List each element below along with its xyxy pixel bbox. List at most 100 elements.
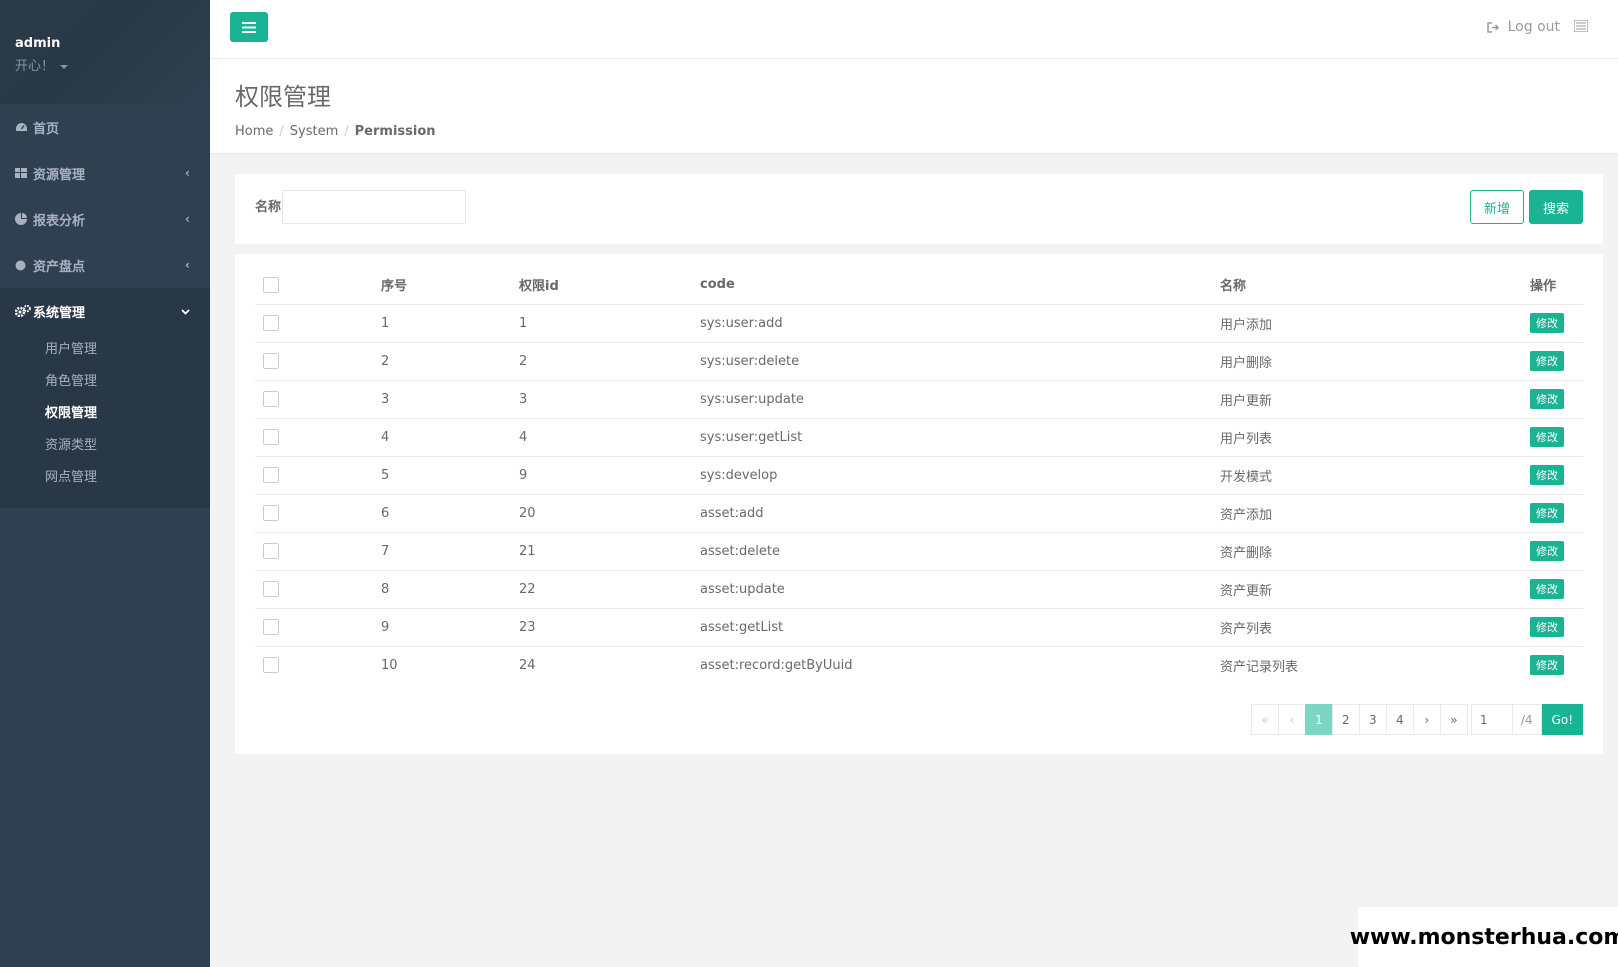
cell-actions: 修改 [1530,569,1583,608]
cell-name: 资产更新 [1220,569,1530,608]
cell-seq: 9 [381,607,519,646]
page-next-button[interactable]: › [1412,704,1441,735]
gears-icon [15,305,33,317]
sidebar-subitem-resource-types[interactable]: 资源类型 [0,430,210,462]
page-button-3[interactable]: 3 [1358,704,1387,735]
cell-name: 资产删除 [1220,531,1530,570]
cell-seq: 8 [381,569,519,608]
sidebar-item-reports[interactable]: 报表分析 ‹ [0,196,210,242]
sidebar-item-label: 资源管理 [33,167,86,183]
row-checkbox[interactable] [263,353,279,369]
row-checkbox[interactable] [263,315,279,331]
cell-permission-id: 22 [519,569,700,608]
cell-seq: 3 [381,379,519,418]
cell-permission-id: 23 [519,607,700,646]
add-button[interactable]: 新增 [1470,190,1524,224]
edit-button[interactable]: 修改 [1530,313,1564,333]
user-motto-dropdown[interactable]: 开心！ [15,55,210,74]
row-checkbox[interactable] [263,391,279,407]
row-checkbox[interactable] [263,657,279,674]
right-sidebar-toggle[interactable] [1573,19,1589,36]
row-checkbox[interactable] [263,581,279,597]
sidebar-item-system[interactable]: 系统管理 [0,288,210,334]
edit-button[interactable]: 修改 [1530,579,1564,599]
row-checkbox[interactable] [263,505,279,521]
table-row: 3 3 sys:user:update 用户更新 修改 [255,379,1583,418]
chevron-left-icon: ‹ [185,212,190,226]
row-checkbox-cell [255,569,381,608]
page-last-button[interactable]: » [1439,704,1468,735]
sidebar-item-label: 系统管理 [33,305,86,321]
page-go-button[interactable]: Go! [1541,704,1583,735]
page-button-4[interactable]: 4 [1385,704,1414,735]
cell-code: asset:getList [700,607,1220,646]
edit-button[interactable]: 修改 [1530,389,1564,409]
sidebar-subitem-users[interactable]: 用户管理 [0,334,210,366]
cell-permission-id: 21 [519,531,700,570]
caret-down-icon [60,64,69,69]
table-row: 2 2 sys:user:delete 用户删除 修改 [255,341,1583,380]
column-header-id[interactable]: 权限id [519,266,700,305]
sidebar-subitem-roles[interactable]: 角色管理 [0,366,210,398]
sidebar: admin 开心！ 首页 资源管理 ‹ 报表分析 ‹ 资产盘点 ‹ 系统管理 用… [0,0,210,967]
page-jump-input[interactable]: 1 [1470,704,1513,735]
page-button-1[interactable]: 1 [1304,704,1333,735]
cell-permission-id: 1 [519,303,700,342]
select-all-cell [255,266,381,305]
row-checkbox-cell [255,607,381,646]
table-row: 1 1 sys:user:add 用户添加 修改 [255,303,1583,342]
page-button-2[interactable]: 2 [1331,704,1360,735]
cell-name: 用户更新 [1220,379,1530,418]
menu-toggle-button[interactable] [230,12,268,42]
page-heading: 权限管理 Home / System / Permission [210,59,1618,154]
sidebar-subitem-permissions[interactable]: 权限管理 [0,398,210,430]
sidebar-item-inventory[interactable]: 资产盘点 ‹ [0,242,210,288]
row-checkbox[interactable] [263,467,279,483]
cell-permission-id: 24 [519,645,700,684]
cell-seq: 7 [381,531,519,570]
page-first-button[interactable]: « [1250,704,1279,735]
cell-code: sys:user:delete [700,341,1220,380]
breadcrumb-home[interactable]: Home [235,124,273,139]
sidebar-item-resources[interactable]: 资源管理 ‹ [0,150,210,196]
sidebar-item-label: 资产盘点 [33,259,86,275]
top-navbar: Log out [210,0,1618,59]
column-header-name[interactable]: 名称 [1220,266,1530,305]
user-name[interactable]: admin [15,36,210,51]
row-checkbox-cell [255,303,381,342]
name-filter-label: 名称 [255,200,282,215]
column-header-actions: 操作 [1530,266,1583,305]
cell-code: asset:add [700,493,1220,532]
sign-out-icon [1486,21,1499,33]
list-icon [1573,19,1589,33]
sidebar-group-system: 系统管理 用户管理 角色管理 权限管理 资源类型 网点管理 [0,288,210,508]
edit-button[interactable]: 修改 [1530,465,1564,485]
column-header-seq[interactable]: 序号 [381,266,519,305]
sidebar-item-home[interactable]: 首页 [0,104,210,150]
cell-name: 开发模式 [1220,455,1530,494]
page-prev-button[interactable]: ‹ [1277,704,1306,735]
cell-permission-id: 3 [519,379,700,418]
breadcrumb-system[interactable]: System [290,124,338,139]
select-all-checkbox[interactable] [263,276,279,293]
cell-code: sys:user:getList [700,417,1220,456]
edit-button[interactable]: 修改 [1530,655,1564,676]
search-button[interactable]: 搜索 [1529,190,1583,224]
edit-button[interactable]: 修改 [1530,617,1564,637]
cell-actions: 修改 [1530,531,1583,570]
table-row: 5 9 sys:develop 开发模式 修改 [255,455,1583,494]
row-checkbox[interactable] [263,543,279,559]
row-checkbox[interactable] [263,429,279,445]
column-header-code[interactable]: code [700,266,1220,305]
edit-button[interactable]: 修改 [1530,503,1564,523]
edit-button[interactable]: 修改 [1530,427,1564,447]
sidebar-subitem-branches[interactable]: 网点管理 [0,462,210,494]
row-checkbox[interactable] [263,619,279,635]
cell-permission-id: 2 [519,341,700,380]
chevron-left-icon: ‹ [185,258,190,272]
edit-button[interactable]: 修改 [1530,351,1564,371]
edit-button[interactable]: 修改 [1530,541,1564,561]
logout-link[interactable]: Log out [1486,19,1560,35]
cell-permission-id: 20 [519,493,700,532]
name-filter-input[interactable] [282,190,466,224]
